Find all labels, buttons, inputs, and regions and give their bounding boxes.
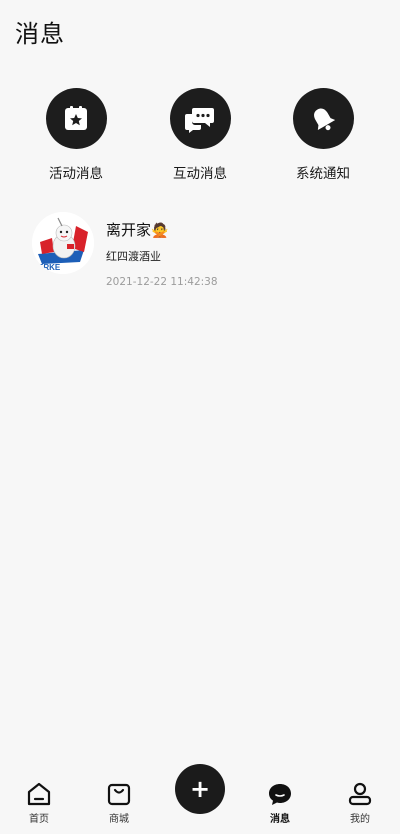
tab-home-label: 首页 <box>29 814 49 825</box>
tab-mall-label: 商城 <box>109 814 129 825</box>
message-sender-name: 离开家🙅 <box>106 219 168 240</box>
interaction-messages-button[interactable]: 互动消息 <box>150 88 250 182</box>
message-list-item[interactable]: ERKE 离开家🙅 红四渡酒业 2021-12-22 11:42:38 <box>32 210 372 290</box>
activity-messages-label: 活动消息 <box>49 166 103 182</box>
page-title: 消息 <box>15 20 65 48</box>
tab-messages-label: 消息 <box>270 814 290 825</box>
system-notice-button[interactable]: 系统通知 <box>273 88 373 182</box>
chat-bubbles-icon <box>169 88 231 149</box>
user-icon <box>330 780 390 808</box>
message-bubble-icon <box>250 780 310 808</box>
tab-profile-label: 我的 <box>350 814 370 825</box>
sender-name-text: 离开家 <box>106 221 152 239</box>
activity-messages-button[interactable]: 活动消息 <box>26 88 126 182</box>
tab-profile[interactable]: 我的 <box>330 780 390 825</box>
create-post-button[interactable]: + <box>175 764 225 814</box>
plus-icon: + <box>189 775 211 803</box>
shopping-bag-icon <box>89 780 149 808</box>
tab-messages[interactable]: 消息 <box>250 780 310 825</box>
sender-emoji: 🙅 <box>151 223 169 239</box>
interaction-messages-label: 互动消息 <box>173 166 227 182</box>
message-timestamp: 2021-12-22 11:42:38 <box>106 276 218 288</box>
tab-home[interactable]: 首页 <box>9 780 69 825</box>
erke-logo-text: ERKE <box>38 263 61 272</box>
system-notice-label: 系统通知 <box>296 166 350 182</box>
home-icon <box>9 780 69 808</box>
calendar-star-icon <box>45 88 107 149</box>
bell-icon <box>292 88 354 149</box>
tab-mall[interactable]: 商城 <box>89 780 149 825</box>
bottom-tab-bar: 首页 商城 + 消息 我的 <box>0 764 400 834</box>
quick-actions-row: 活动消息 互动消息 系统通知 <box>0 88 400 188</box>
message-subtitle: 红四渡酒业 <box>106 250 161 263</box>
erke-mascot-avatar-icon: ERKE <box>32 212 94 274</box>
